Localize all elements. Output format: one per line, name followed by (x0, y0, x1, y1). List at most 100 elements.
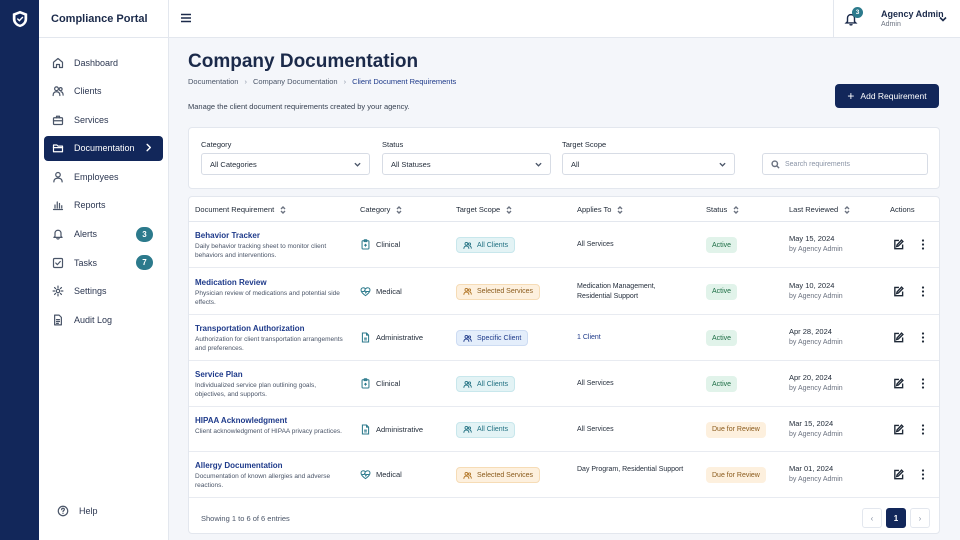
users-icon (463, 287, 472, 295)
edit-icon[interactable] (893, 469, 904, 480)
chevron-down-icon[interactable] (939, 15, 947, 23)
more-vertical-icon[interactable] (921, 423, 925, 435)
column-header[interactable]: Category (360, 205, 402, 214)
column-header[interactable]: Target Scope (456, 205, 512, 214)
applies-to-cell: All Services (577, 241, 614, 248)
status-badge: Due for Review (706, 421, 766, 438)
last-reviewed-by: by Agency Admin (789, 292, 843, 300)
requirement-description: Authorization for client transportation … (195, 336, 343, 353)
edit-icon[interactable] (893, 332, 904, 343)
column-header[interactable]: Status (706, 205, 739, 214)
status-badge: Active (706, 283, 738, 300)
table-row[interactable]: Service Plan Individualized service plan … (189, 361, 939, 407)
last-reviewed-date: Mar 01, 2024 (789, 464, 834, 473)
column-header[interactable]: Document Requirement (195, 205, 286, 214)
column-header[interactable]: Applies To (577, 205, 623, 214)
table-row[interactable]: HIPAA Acknowledgment Client acknowledgmen… (189, 407, 939, 452)
category-filter-label: Category (201, 140, 232, 149)
category-label: Administrative (376, 333, 424, 342)
chevron-down-icon (719, 162, 726, 167)
requirement-title-link[interactable]: Medication Review (195, 278, 267, 287)
edit-icon[interactable] (893, 285, 904, 297)
breadcrumb-current: Client Document Requirements (352, 77, 457, 86)
more-vertical-icon[interactable] (921, 469, 925, 480)
sidebar-item-label: Settings (74, 286, 107, 297)
edit-icon[interactable] (893, 239, 904, 250)
requirement-description: Daily behavior tracking sheet to monitor… (195, 243, 327, 260)
table-row[interactable]: Transportation Authorization Authorizatio… (189, 315, 939, 361)
folder-icon (52, 144, 64, 153)
requirement-description: Documentation of known allergies and adv… (195, 473, 331, 490)
sidebar-item-audit-log[interactable]: Audit Log (44, 307, 163, 332)
column-header[interactable]: Last Reviewed (789, 205, 850, 214)
requirement-description: Physician review of medications and pote… (195, 289, 340, 306)
breadcrumb-item[interactable]: Company Documentation (253, 77, 338, 86)
edit-icon[interactable] (893, 378, 904, 389)
plus-icon: + (847, 89, 855, 103)
table-row[interactable]: Allergy Documentation Documentation of kn… (189, 452, 939, 498)
help-label: Help (79, 505, 98, 516)
target-scope-badge: All Clients (456, 376, 516, 392)
breadcrumb-item[interactable]: Documentation (188, 77, 238, 86)
sidebar-item-tasks[interactable]: Tasks 7 (44, 250, 163, 275)
target-scope-label: All Clients (477, 426, 509, 433)
sidebar-item-label: Documentation (74, 143, 135, 154)
sidebar-item-reports[interactable]: Reports (44, 193, 163, 218)
target-scope-badge: Selected Services (456, 467, 541, 483)
requirement-title-link[interactable]: Transportation Authorization (195, 324, 304, 333)
table-row[interactable]: Medication Review Physician review of med… (189, 268, 939, 315)
menu-icon[interactable] (180, 12, 192, 24)
alerts-count-badge: 3 (136, 226, 153, 242)
bar-chart-icon (52, 201, 64, 211)
search-input[interactable]: Search requirements (762, 153, 928, 175)
pagination-next-button[interactable]: › (910, 508, 930, 528)
add-requirement-button[interactable]: + Add Requirement (835, 84, 939, 108)
sidebar-item-settings[interactable]: Settings (44, 279, 163, 304)
sidebar-item-clients[interactable]: Clients (44, 79, 163, 104)
last-reviewed-date: Apr 20, 2024 (789, 373, 832, 382)
pagination-prev-button[interactable]: ‹ (862, 508, 882, 528)
sidebar-item-documentation[interactable]: Documentation (44, 135, 163, 161)
pagination-page-button[interactable]: 1 (886, 508, 906, 528)
brand-name: Compliance Portal (39, 0, 168, 38)
app-rail (0, 0, 39, 540)
category-filter-value: All Categories (210, 159, 257, 169)
home-icon (52, 57, 64, 68)
sidebar-item-help[interactable]: Help (49, 498, 169, 523)
category-label: Administrative (376, 424, 424, 434)
notification-count-badge: 3 (852, 7, 863, 18)
table-row[interactable]: Behavior Tracker Daily behavior tracking … (189, 222, 939, 268)
target-scope-label: Selected Services (477, 471, 534, 479)
requirement-title-link[interactable]: Allergy Documentation (195, 461, 283, 470)
sidebar-item-alerts[interactable]: Alerts 3 (44, 222, 163, 247)
sidebar-item-employees[interactable]: Employees (44, 164, 163, 189)
breadcrumb-separator-icon: › (244, 77, 247, 86)
requirement-title-link[interactable]: Service Plan (195, 370, 243, 379)
last-reviewed-date: Mar 15, 2024 (789, 418, 834, 428)
more-vertical-icon[interactable] (921, 378, 925, 389)
shield-logo-icon (12, 10, 28, 28)
scope-filter-select[interactable]: All (562, 153, 735, 175)
sidebar-item-services[interactable]: Services (44, 107, 163, 132)
sidebar: Compliance Portal Dashboard Clients Serv… (39, 0, 169, 540)
bell-icon (53, 229, 63, 240)
scope-filter-value: All (571, 159, 580, 169)
users-icon (463, 241, 472, 249)
sidebar-item-dashboard[interactable]: Dashboard (44, 50, 163, 75)
column-header: Actions (890, 205, 915, 214)
category-cell: Clinical (360, 378, 400, 389)
applies-to-cell: All Services (577, 425, 614, 433)
page-subtitle: Manage the client document requirements … (188, 102, 410, 111)
requirement-title-link[interactable]: Behavior Tracker (195, 231, 260, 240)
more-vertical-icon[interactable] (921, 285, 925, 297)
users-icon (463, 425, 472, 433)
edit-icon[interactable] (893, 423, 904, 435)
user-name[interactable]: Agency Admin (881, 9, 944, 19)
applies-to-cell[interactable]: 1 Client (577, 333, 687, 343)
category-filter-select[interactable]: All Categories (201, 153, 370, 175)
requirement-title-link[interactable]: HIPAA Acknowledgment (195, 416, 287, 425)
more-vertical-icon[interactable] (921, 239, 925, 250)
more-vertical-icon[interactable] (921, 332, 925, 343)
status-filter-select[interactable]: All Statuses (382, 153, 551, 175)
file-icon (361, 332, 370, 343)
